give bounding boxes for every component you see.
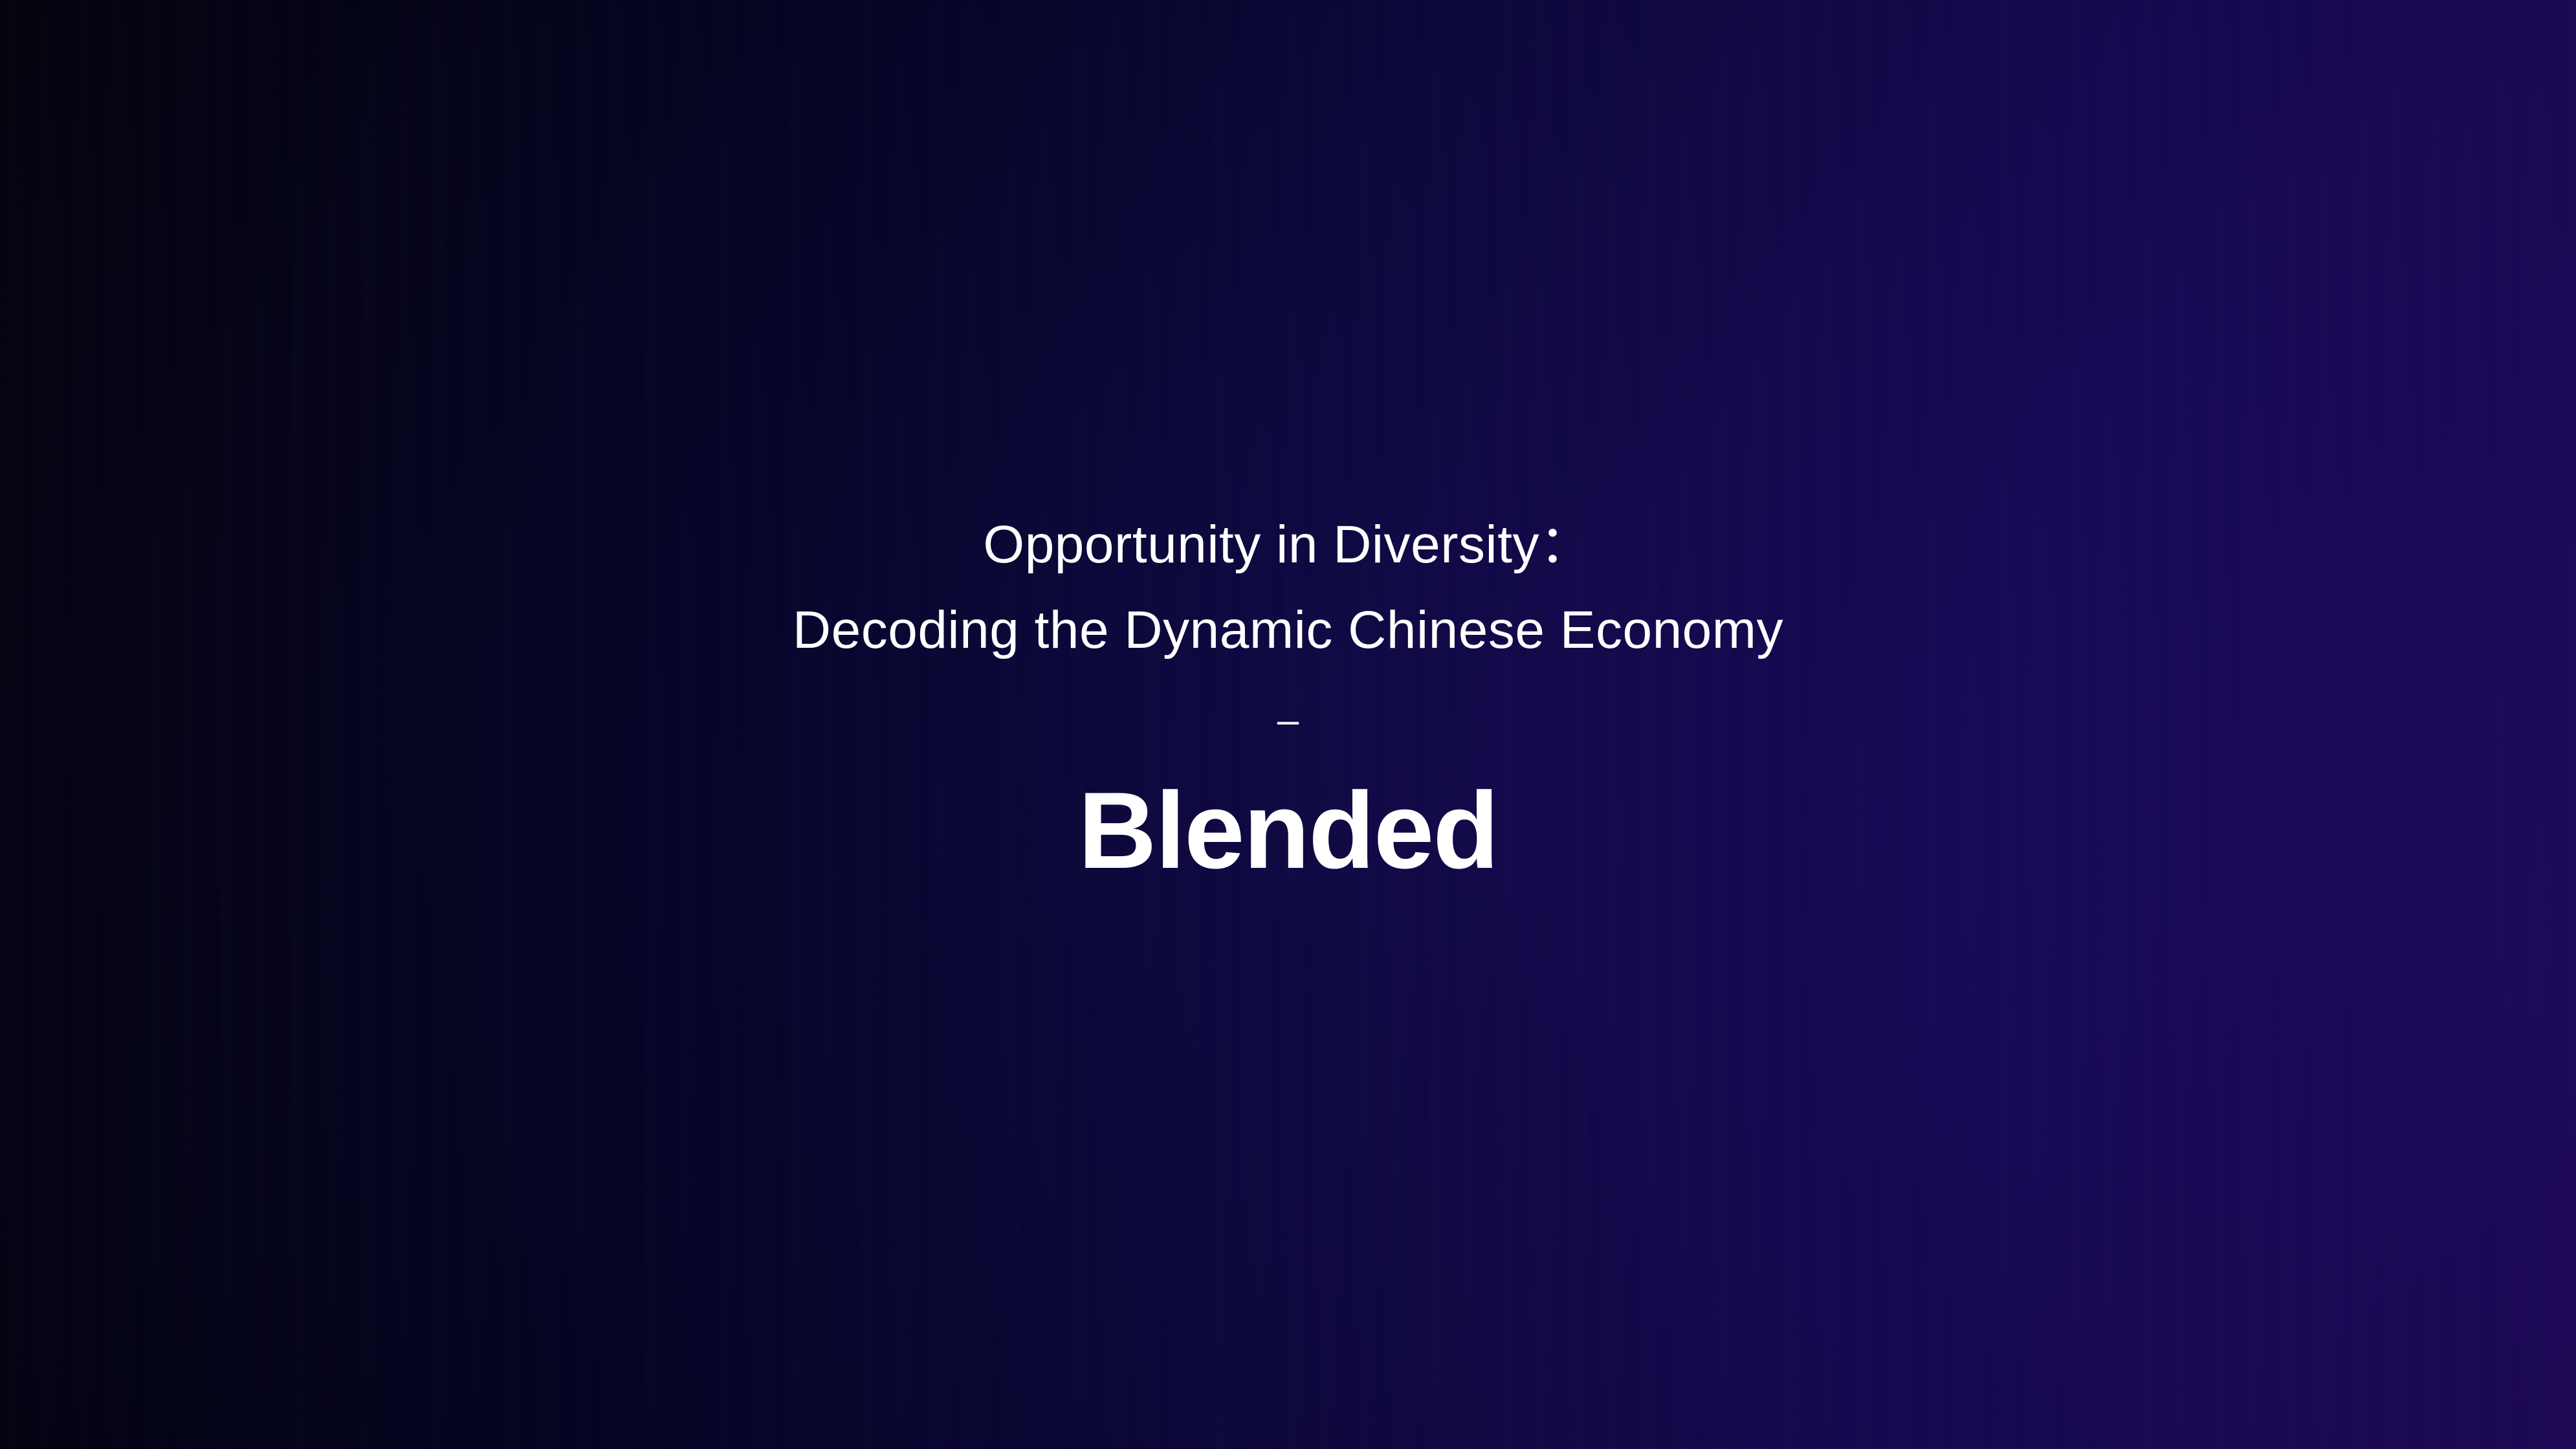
slide-title-line-1: Opportunity in Diversity： xyxy=(983,515,1593,574)
title-block: Opportunity in Diversity： Decoding the D… xyxy=(0,511,2576,892)
slide-title-line-2: Decoding the Dynamic Chinese Economy xyxy=(792,601,1784,659)
title-slide: Opportunity in Diversity： Decoding the D… xyxy=(0,0,2576,1449)
title-separator: – xyxy=(1277,698,1299,742)
brand-name: Blended xyxy=(1078,769,1499,891)
